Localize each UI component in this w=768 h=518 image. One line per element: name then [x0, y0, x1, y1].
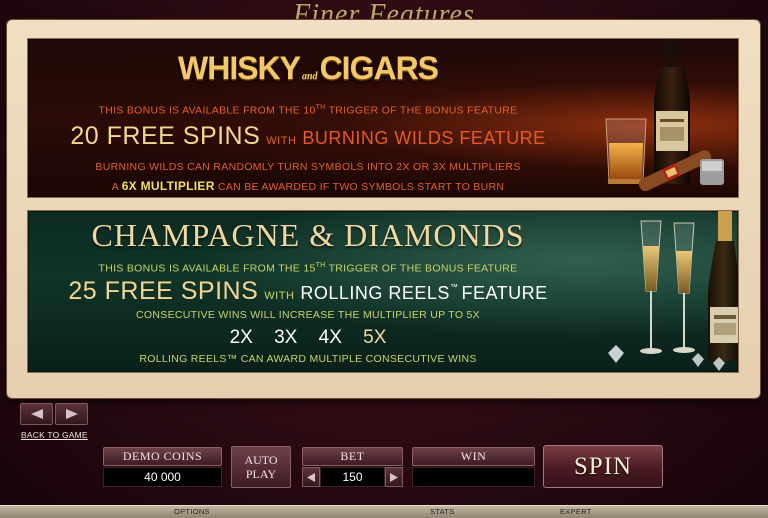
multiplier-3x: 3x	[274, 327, 298, 348]
trademark-mark: ™	[449, 282, 459, 292]
spin-button[interactable]: Spin	[543, 445, 663, 488]
line2-post: can be awarded if two symbols start to b…	[217, 181, 505, 193]
autoplay-label-line-1: Auto	[244, 453, 278, 467]
stats-button[interactable]: Stats	[430, 507, 455, 516]
logo-word-and: and	[302, 71, 318, 83]
champagne-diamonds-panel: Champagne & Diamonds This bonus is avail…	[27, 210, 739, 373]
whisky-line-2: A 6x Multiplier can be awarded if two sy…	[28, 179, 588, 193]
with-word: with	[264, 290, 295, 302]
win-label: Win	[412, 447, 535, 466]
whisky-cigars-panel: Whisky andCigars This bonus is available …	[27, 38, 739, 198]
with-word: with	[266, 135, 297, 147]
champagne-line-2: Rolling Reels™ can award multiple consec…	[139, 353, 477, 365]
arrow-left-icon	[30, 409, 43, 419]
bet-value: 150	[320, 467, 385, 487]
bet-increase-button[interactable]	[385, 467, 403, 487]
feature-name: Rolling Reels	[300, 283, 450, 303]
multiplier-4x: 4x	[318, 327, 342, 348]
whisky-trigger-text: This bonus is available from the 10th tr…	[28, 104, 588, 117]
trigger-text-post: trigger of the bonus feature	[325, 104, 518, 117]
bet-label: Bet	[302, 447, 403, 466]
feature-name: Burning Wilds Feature	[302, 128, 546, 148]
whisky-bottle-illustration	[605, 39, 724, 192]
multiplier-5x: 5x	[363, 327, 387, 348]
arrow-right-icon	[65, 409, 78, 419]
whisky-line-1: Burning Wilds can randomly turn symbols …	[95, 161, 521, 173]
free-spins-count: 25 Free Spins	[68, 277, 259, 305]
champagne-diamonds-logo: Champagne & Diamonds	[91, 217, 525, 253]
back-to-game-link[interactable]: Back to Game	[21, 430, 88, 440]
champagne-illustration	[608, 211, 738, 371]
trigger-sup: th	[315, 104, 326, 111]
whisky-spins-line: 20 Free Spins with Burning Wilds Feature	[28, 122, 588, 151]
bet-decrease-button[interactable]	[302, 467, 320, 487]
options-button[interactable]: Options	[174, 507, 210, 516]
whisky-cigars-logo: Whisky andCigars	[178, 50, 439, 87]
win-value	[412, 467, 535, 487]
champagne-spins-line: 25 Free Spins with Rolling Reels™ Feature	[28, 277, 588, 306]
feature-word: Feature	[461, 283, 548, 303]
arrow-right-icon	[390, 472, 398, 482]
champagne-line-1: Consecutive wins will increase the multi…	[136, 309, 480, 321]
multiplier-row: 2x 3x 4x 5x	[28, 327, 588, 349]
line2-pre: A	[111, 181, 119, 193]
expert-button[interactable]: Expert	[560, 507, 592, 516]
champagne-trigger-text: This bonus is available from the 15th tr…	[28, 262, 588, 275]
prev-page-button[interactable]	[20, 403, 53, 425]
trigger-text-pre: This bonus is available from the 10	[98, 104, 316, 117]
free-spins-count: 20 Free Spins	[70, 122, 261, 150]
bottom-toolbar: Options Stats Expert	[0, 505, 768, 518]
arrow-left-icon	[307, 472, 315, 482]
logo-word-cigars: Cigars	[319, 50, 439, 86]
multiplier-2x: 2x	[229, 327, 253, 348]
autoplay-label-line-2: Play	[245, 467, 277, 481]
next-page-button[interactable]	[55, 403, 88, 425]
multiplier-highlight: 6x Multiplier	[121, 179, 215, 193]
trigger-text-post: trigger of the bonus feature	[325, 262, 518, 275]
logo-word-whisky: Whisky	[178, 50, 301, 86]
trigger-sup: th	[315, 262, 326, 269]
demo-coins-label: Demo Coins	[103, 447, 222, 466]
autoplay-button[interactable]: Auto Play	[231, 446, 291, 488]
demo-coins-value: 40 000	[103, 467, 222, 487]
trigger-text-pre: This bonus is available from the 15	[98, 262, 316, 275]
